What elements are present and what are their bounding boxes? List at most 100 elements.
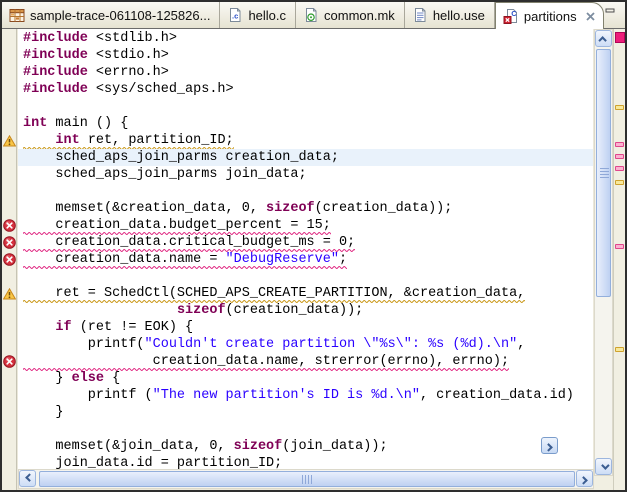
code-line-26[interactable]: join_data.id = partition_ID; [18,455,593,469]
code-line-8[interactable]: sched_aps_join_parms creation_data; [18,149,593,166]
svg-text:.c: .c [232,12,238,21]
scroll-right-button[interactable] [576,470,593,487]
line-text: creation_data.name = "DebugReserve"; [23,252,347,269]
tab-label: hello.use [433,8,485,23]
code-line-19[interactable]: printf("Couldn't create partition \"%s\"… [18,336,593,353]
code-line-20[interactable]: creation_data.name, strerror(errno), err… [18,353,593,370]
chevron-left-icon [25,473,33,481]
inline-chevron-right-button[interactable] [541,437,558,454]
makefile-icon [303,7,319,23]
c-file-error-icon: C [503,8,519,24]
line-text: creation_data.name, strerror(errno), err… [23,354,509,371]
tab-label: sample-trace-061108-125826... [30,8,210,23]
vertical-scrollbar-thumb[interactable] [596,49,611,297]
line-text: creation_data.critical_budget_ms = 0; [23,235,355,252]
code-line-24[interactable] [18,421,593,438]
code-line-22[interactable]: printf ("The new partition's ID is %d.\n… [18,387,593,404]
overview-global-error-marker[interactable] [615,32,625,43]
line-text: #include <stdio.h> [23,48,169,65]
code-line-10[interactable] [18,183,593,200]
overview-warning-marker[interactable] [615,347,624,352]
error-marker-icon[interactable] [3,253,16,266]
code-line-7[interactable]: int ret, partition_ID; [18,132,593,149]
code-line-12[interactable]: creation_data.budget_percent = 15; [18,217,593,234]
c-file-icon: .c [227,7,243,23]
overview-warning-marker[interactable] [615,105,624,110]
overview-ruler [613,29,625,490]
error-marker-icon[interactable] [3,355,16,368]
line-text: memset(&creation_data, 0, sizeof(creatio… [23,201,452,218]
code-line-23[interactable]: } [18,404,593,421]
code-line-9[interactable]: sched_aps_join_parms join_data; [18,166,593,183]
line-text: creation_data.budget_percent = 15; [23,218,331,235]
code-line-14[interactable]: creation_data.name = "DebugReserve"; [18,251,593,268]
code-line-4[interactable]: #include <sys/sched_aps.h> [18,81,593,98]
tab-hello-c[interactable]: .c hello.c [220,2,296,28]
warning-marker-icon[interactable] [3,287,16,299]
code-line-25[interactable]: memset(&join_data, 0, sizeof(join_data))… [18,438,593,455]
code-line-15[interactable] [18,268,593,285]
line-text: printf("Couldn't create partition \"%s\"… [23,337,525,354]
tab-label: partitions [524,9,577,24]
code-line-3[interactable]: #include <errno.h> [18,64,593,81]
overview-warning-marker[interactable] [615,180,624,185]
line-text: printf ("The new partition's ID is %d.\n… [23,388,574,405]
overview-error-marker[interactable] [615,166,624,171]
tab-hello-use[interactable]: hello.use [405,2,495,28]
code-line-18[interactable]: if (ret != EOK) { [18,319,593,336]
line-text: sizeof(creation_data)); [23,303,363,320]
line-text: int ret, partition_ID; [23,133,234,150]
code-line-5[interactable] [18,98,593,115]
minimize-icon [604,3,618,19]
line-text: #include <errno.h> [23,65,169,82]
scrollbar-grip [600,168,609,178]
line-text: join_data.id = partition_ID; [23,456,282,469]
scroll-down-button[interactable] [595,458,612,475]
chevron-right-icon [544,443,552,451]
chevron-up-icon [598,36,606,44]
scrollbar-corner [594,476,613,490]
vertical-scrollbar[interactable] [594,29,613,476]
marker-gutter [2,29,17,490]
code-line-21[interactable]: } else { [18,370,593,387]
horizontal-scrollbar-thumb[interactable] [39,471,575,487]
horizontal-scrollbar[interactable] [18,469,594,489]
tab-sample-trace-061108-125826[interactable]: sample-trace-061108-125826... [2,2,220,28]
line-text: sched_aps_join_parms creation_data; [23,150,339,167]
line-text: sched_aps_join_parms join_data; [23,167,307,184]
trace-icon [9,7,25,23]
chevron-right-icon [579,476,587,484]
tab-label: hello.c [248,8,286,23]
minimize-button[interactable] [604,5,618,17]
overview-error-marker[interactable] [615,142,624,147]
line-text: } [23,405,64,422]
line-text: #include <stdlib.h> [23,31,177,48]
tab-common-mk[interactable]: common.mk [296,2,405,28]
scroll-left-button[interactable] [19,470,36,487]
editor-tab-bar: sample-trace-061108-125826... .c hello.c co… [2,2,625,29]
code-line-1[interactable]: #include <stdlib.h> [18,30,593,47]
overview-error-marker[interactable] [615,244,624,249]
tab-close-button[interactable] [585,10,597,22]
code-editor-window: sample-trace-061108-125826... .c hello.c co… [0,0,627,492]
warning-marker-icon[interactable] [3,134,16,146]
code-line-2[interactable]: #include <stdio.h> [18,47,593,64]
code-line-13[interactable]: creation_data.critical_budget_ms = 0; [18,234,593,251]
chevron-down-icon [601,461,609,469]
line-text: int main () { [23,116,128,133]
code-line-11[interactable]: memset(&creation_data, 0, sizeof(creatio… [18,200,593,217]
overview-error-marker[interactable] [615,154,624,159]
text-file-icon [412,7,428,23]
error-marker-icon[interactable] [3,219,16,232]
svg-text:C: C [511,9,517,18]
line-text: ret = SchedCtl(SCHED_APS_CREATE_PARTITIO… [23,286,525,303]
code-editor-area[interactable]: #include <stdlib.h>#include <stdio.h>#in… [18,29,593,469]
error-marker-icon[interactable] [3,236,16,249]
line-text: } else { [23,371,120,388]
line-text: if (ret != EOK) { [23,320,193,337]
code-line-17[interactable]: sizeof(creation_data)); [18,302,593,319]
tab-partitions[interactable]: Cpartitions [495,2,604,29]
code-line-16[interactable]: ret = SchedCtl(SCHED_APS_CREATE_PARTITIO… [18,285,593,302]
code-line-6[interactable]: int main () { [18,115,593,132]
scroll-up-button[interactable] [595,30,612,47]
